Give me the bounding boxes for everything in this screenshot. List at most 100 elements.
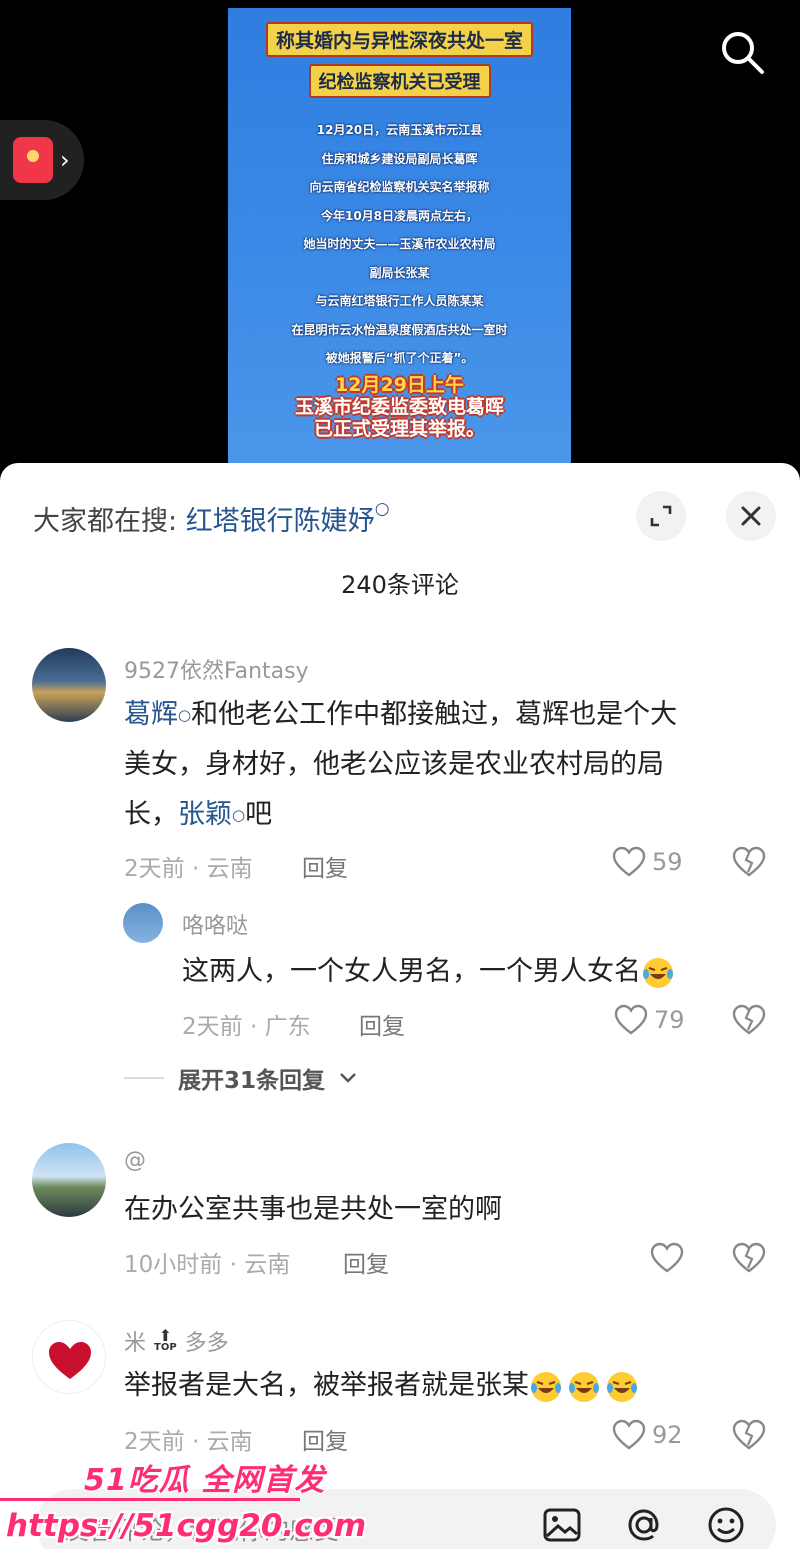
expand-replies-button[interactable]: 展开31条回复 (124, 1061, 357, 1095)
arrow-up-icon: ⬆ (158, 1326, 173, 1345)
hot-search-prefix: 大家都在搜: (33, 506, 186, 537)
at-icon (628, 1509, 659, 1541)
video-big-line: 已正式受理其举报。 (313, 418, 485, 440)
video-caption-line: 在昆明市云水怡温泉度假酒店共处一室时 (291, 322, 508, 337)
laugh-cry-emoji (643, 957, 673, 988)
watermark-url: https://51cgg20.com (6, 1508, 367, 1544)
close-button[interactable] (726, 491, 776, 541)
video-caption-line: 向云南省纪检监察机关实名举报称 (309, 180, 490, 194)
comment-username[interactable]: 米 ⬆ TOP 多多 (124, 1325, 229, 1357)
hot-search-term[interactable]: 红塔银行陈婕妤 (186, 506, 375, 537)
comment-username[interactable]: 9527依然Fantasy (124, 653, 309, 685)
video-frame: 称其婚内与异性深夜共处一室 纪检监察机关已受理 12月20日，云南玉溪市元江县 … (228, 8, 571, 470)
video-caption-line: 与云南红塔银行工作人员陈某某 (315, 294, 484, 308)
dislike-button[interactable] (732, 1419, 766, 1455)
mention-link[interactable]: 葛辉 (124, 699, 178, 730)
video-caption-line: 被她报警后“抓了个正着”。 (325, 351, 474, 365)
reply-button[interactable]: 回复 (302, 849, 348, 883)
hot-search-bar[interactable]: 大家都在搜: 红塔银行陈婕妤○ (33, 499, 390, 538)
comment-text-part: 长， (124, 799, 178, 830)
laugh-cry-emoji (531, 1371, 561, 1402)
video-caption-line: 12月20日，云南玉溪市元江县 (316, 123, 483, 137)
comment-text-part: 举报者是大名，被举报者就是张某 (124, 1370, 529, 1401)
video-subheadline: 纪检监察机关已受理 (228, 64, 571, 98)
heart-icon (650, 1242, 684, 1273)
video-caption-line: 她当时的丈夫——玉溪市农业农村局 (303, 237, 496, 251)
dislike-button[interactable] (732, 1242, 766, 1278)
username-part: 多多 (184, 1331, 229, 1356)
expand-button[interactable] (636, 491, 686, 541)
search-small-icon: ○ (232, 806, 246, 824)
comment-sheet: 大家都在搜: 红塔银行陈婕妤○ 240条评论 9527依然Fantasy 葛辉○… (0, 463, 800, 1549)
mention-button[interactable] (624, 1505, 664, 1545)
comment-line: 美女，身材好，他老公应该是农业农村局的局 (124, 749, 664, 780)
search-small-icon: ○ (178, 706, 192, 724)
watermark-underline (0, 1498, 300, 1501)
heart-icon (612, 1419, 646, 1450)
avatar[interactable] (32, 1143, 106, 1217)
image-button[interactable] (542, 1505, 582, 1545)
avatar[interactable] (32, 1320, 106, 1394)
video-caption-lines: 12月20日，云南玉溪市元江县 住房和城乡建设局副局长葛晖 向云南省纪检监察机关… (228, 116, 571, 373)
reply-button[interactable]: 回复 (359, 1007, 405, 1041)
comment-text-part: 吧 (245, 799, 273, 830)
comment-text: 在办公室共事也是共处一室的啊 (124, 1194, 502, 1225)
video-caption-line: 住房和城乡建设局副局长葛晖 (321, 151, 478, 166)
dislike-button[interactable] (732, 1004, 766, 1040)
video-player[interactable]: 称其婚内与异性深夜共处一室 纪检监察机关已受理 12月20日，云南玉溪市元江县 … (0, 0, 800, 470)
like-button[interactable] (650, 1242, 684, 1274)
comment-text: 这两人，一个女人男名，一个男人女名 (182, 947, 675, 997)
comment-line: 葛辉○和他老公工作中都接触过，葛辉也是个大 (124, 690, 764, 740)
video-big-caption: 12月29日上午 玉溪市纪委监委致电葛晖 已正式受理其举报。 (228, 374, 571, 440)
comment-text-part: 这两人，一个女人男名，一个男人女名 (182, 956, 641, 987)
chevron-down-icon (340, 1073, 356, 1083)
comment-count: 240条评论 (341, 571, 459, 599)
comment-line: 长，张颖○吧 (124, 790, 764, 840)
comment-meta: 2天前 · 云南 (124, 856, 253, 882)
heart-icon (612, 846, 646, 877)
expand-replies-label: 展开31条回复 (178, 1068, 326, 1094)
like-button[interactable]: 92 (612, 1419, 683, 1451)
dislike-button[interactable] (732, 846, 766, 882)
heart-avatar-icon (49, 1342, 91, 1379)
chevron-right-icon: › (60, 146, 70, 174)
like-count: 59 (652, 848, 683, 876)
image-icon (543, 1508, 581, 1542)
like-count: 79 (654, 1006, 685, 1034)
like-count: 92 (652, 1421, 683, 1449)
comment-text: 举报者是大名，被举报者就是张某 (124, 1361, 639, 1411)
expand-icon (650, 505, 672, 527)
video-headline: 称其婚内与异性深夜共处一室 (228, 22, 571, 57)
mention-link[interactable]: 张颖 (178, 799, 232, 830)
smile-icon (708, 1507, 744, 1543)
comment-username[interactable]: 咯咯哒 (182, 908, 248, 940)
video-big-line: 玉溪市纪委监委致电葛晖 (294, 396, 504, 418)
like-button[interactable]: 79 (614, 1004, 685, 1036)
video-caption-line: 今年10月8日凌晨两点左右， (320, 208, 479, 223)
comment-username[interactable]: @ (124, 1148, 146, 1173)
video-caption-line: 副局长张某 (369, 265, 430, 280)
comment-meta: 2天前 · 云南 (124, 1429, 253, 1455)
broken-heart-icon (732, 1004, 766, 1035)
avatar[interactable] (123, 903, 163, 943)
close-icon (741, 506, 761, 526)
reply-button[interactable]: 回复 (343, 1245, 389, 1279)
search-icon (722, 32, 764, 74)
red-envelope-button[interactable]: › (0, 120, 84, 200)
laugh-cry-emoji (569, 1371, 599, 1402)
like-button[interactable]: 59 (612, 846, 683, 878)
avatar[interactable] (32, 648, 106, 722)
comment-meta: 2天前 · 广东 (182, 1014, 311, 1040)
broken-heart-icon (732, 1419, 766, 1450)
top-badge: ⬆ TOP (154, 1326, 177, 1353)
reply-button[interactable]: 回复 (302, 1422, 348, 1456)
search-small-icon: ○ (374, 499, 390, 519)
emoji-button[interactable] (706, 1505, 746, 1545)
comment-meta: 10小时前 · 云南 (124, 1252, 291, 1278)
search-button[interactable] (718, 28, 766, 76)
comment-text: 葛辉○和他老公工作中都接触过，葛辉也是个大 美女，身材好，他老公应该是农业农村局… (124, 690, 764, 840)
divider (124, 1077, 164, 1079)
laugh-cry-emoji (607, 1371, 637, 1402)
heart-icon (614, 1004, 648, 1035)
video-big-line: 12月29日上午 (335, 374, 464, 396)
